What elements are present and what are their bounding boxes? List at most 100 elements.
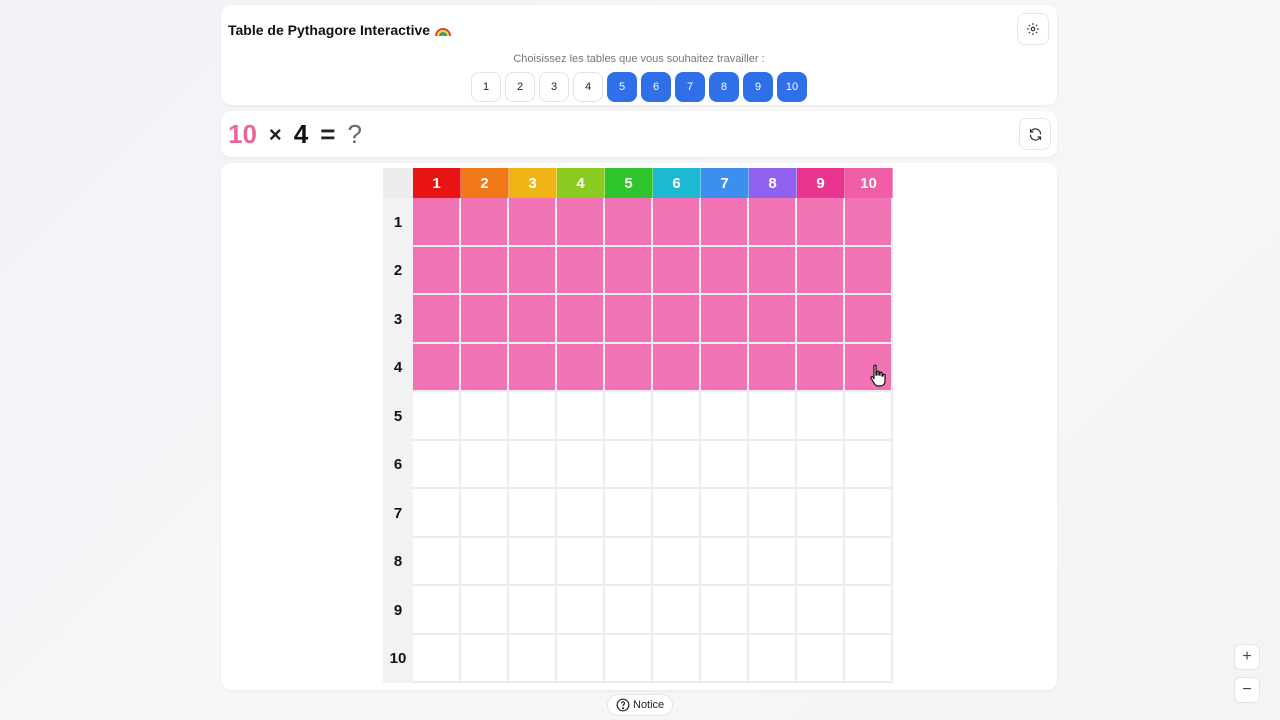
grid-cell-10x1[interactable]: [413, 634, 461, 683]
grid-cell-4x7[interactable]: [701, 343, 749, 392]
grid-cell-6x7[interactable]: [701, 440, 749, 489]
grid-cell-7x9[interactable]: [797, 489, 845, 538]
grid-cell-2x3[interactable]: [509, 246, 557, 295]
grid-cell-1x1[interactable]: [413, 198, 461, 247]
grid-cell-1x2[interactable]: [461, 198, 509, 247]
grid-cell-8x8[interactable]: [749, 537, 797, 586]
grid-cell-4x5[interactable]: [605, 343, 653, 392]
table-button-5[interactable]: 5: [607, 72, 637, 102]
zoom-out-button[interactable]: −: [1234, 677, 1260, 703]
grid-cell-9x10[interactable]: [845, 586, 893, 635]
grid-cell-6x4[interactable]: [557, 440, 605, 489]
grid-cell-8x5[interactable]: [605, 537, 653, 586]
grid-cell-7x7[interactable]: [701, 489, 749, 538]
grid-cell-9x1[interactable]: [413, 586, 461, 635]
grid-cell-10x10[interactable]: [845, 634, 893, 683]
grid-cell-5x3[interactable]: [509, 392, 557, 441]
table-button-6[interactable]: 6: [641, 72, 671, 102]
grid-cell-4x8[interactable]: [749, 343, 797, 392]
grid-cell-1x8[interactable]: [749, 198, 797, 247]
grid-cell-7x6[interactable]: [653, 489, 701, 538]
grid-cell-10x2[interactable]: [461, 634, 509, 683]
table-button-1[interactable]: 1: [471, 72, 501, 102]
grid-cell-2x7[interactable]: [701, 246, 749, 295]
grid-cell-6x8[interactable]: [749, 440, 797, 489]
grid-cell-2x5[interactable]: [605, 246, 653, 295]
grid-cell-9x4[interactable]: [557, 586, 605, 635]
grid-cell-6x1[interactable]: [413, 440, 461, 489]
table-button-2[interactable]: 2: [505, 72, 535, 102]
grid-cell-9x2[interactable]: [461, 586, 509, 635]
grid-cell-3x6[interactable]: [653, 295, 701, 344]
grid-cell-1x7[interactable]: [701, 198, 749, 247]
grid-cell-6x10[interactable]: [845, 440, 893, 489]
grid-cell-3x7[interactable]: [701, 295, 749, 344]
notice-button[interactable]: Notice: [607, 694, 674, 716]
grid-cell-6x2[interactable]: [461, 440, 509, 489]
grid-cell-9x6[interactable]: [653, 586, 701, 635]
grid-cell-6x3[interactable]: [509, 440, 557, 489]
grid-cell-10x6[interactable]: [653, 634, 701, 683]
grid-cell-8x3[interactable]: [509, 537, 557, 586]
grid-cell-2x4[interactable]: [557, 246, 605, 295]
grid-cell-7x8[interactable]: [749, 489, 797, 538]
grid-cell-3x9[interactable]: [797, 295, 845, 344]
grid-cell-1x9[interactable]: [797, 198, 845, 247]
grid-cell-8x1[interactable]: [413, 537, 461, 586]
grid-cell-9x5[interactable]: [605, 586, 653, 635]
grid-cell-10x3[interactable]: [509, 634, 557, 683]
zoom-in-button[interactable]: +: [1234, 644, 1260, 670]
grid-cell-8x2[interactable]: [461, 537, 509, 586]
grid-cell-2x2[interactable]: [461, 246, 509, 295]
table-button-9[interactable]: 9: [743, 72, 773, 102]
table-button-4[interactable]: 4: [573, 72, 603, 102]
table-button-10[interactable]: 10: [777, 72, 807, 102]
table-button-3[interactable]: 3: [539, 72, 569, 102]
settings-button[interactable]: [1017, 13, 1049, 45]
grid-cell-3x3[interactable]: [509, 295, 557, 344]
grid-cell-8x7[interactable]: [701, 537, 749, 586]
grid-cell-7x1[interactable]: [413, 489, 461, 538]
grid-cell-10x9[interactable]: [797, 634, 845, 683]
grid-cell-6x9[interactable]: [797, 440, 845, 489]
grid-cell-5x1[interactable]: [413, 392, 461, 441]
grid-cell-2x6[interactable]: [653, 246, 701, 295]
grid-cell-1x3[interactable]: [509, 198, 557, 247]
grid-cell-4x1[interactable]: [413, 343, 461, 392]
grid-cell-9x8[interactable]: [749, 586, 797, 635]
grid-cell-5x4[interactable]: [557, 392, 605, 441]
grid-cell-7x4[interactable]: [557, 489, 605, 538]
grid-cell-9x3[interactable]: [509, 586, 557, 635]
grid-cell-2x9[interactable]: [797, 246, 845, 295]
grid-cell-8x4[interactable]: [557, 537, 605, 586]
grid-cell-6x5[interactable]: [605, 440, 653, 489]
grid-cell-5x2[interactable]: [461, 392, 509, 441]
grid-cell-4x6[interactable]: [653, 343, 701, 392]
grid-cell-9x7[interactable]: [701, 586, 749, 635]
grid-cell-10x5[interactable]: [605, 634, 653, 683]
grid-cell-5x8[interactable]: [749, 392, 797, 441]
grid-cell-4x3[interactable]: [509, 343, 557, 392]
grid-cell-5x10[interactable]: [845, 392, 893, 441]
grid-cell-7x2[interactable]: [461, 489, 509, 538]
grid-cell-3x1[interactable]: [413, 295, 461, 344]
grid-cell-4x2[interactable]: [461, 343, 509, 392]
grid-cell-1x10[interactable]: [845, 198, 893, 247]
grid-cell-6x6[interactable]: [653, 440, 701, 489]
refresh-button[interactable]: [1019, 118, 1051, 150]
grid-cell-1x5[interactable]: [605, 198, 653, 247]
grid-cell-8x6[interactable]: [653, 537, 701, 586]
grid-cell-10x4[interactable]: [557, 634, 605, 683]
grid-cell-5x6[interactable]: [653, 392, 701, 441]
grid-cell-3x8[interactable]: [749, 295, 797, 344]
grid-cell-3x5[interactable]: [605, 295, 653, 344]
grid-cell-3x2[interactable]: [461, 295, 509, 344]
grid-cell-10x7[interactable]: [701, 634, 749, 683]
grid-cell-2x8[interactable]: [749, 246, 797, 295]
grid-cell-1x4[interactable]: [557, 198, 605, 247]
grid-cell-1x6[interactable]: [653, 198, 701, 247]
grid-cell-4x9[interactable]: [797, 343, 845, 392]
grid-cell-10x8[interactable]: [749, 634, 797, 683]
table-button-7[interactable]: 7: [675, 72, 705, 102]
grid-cell-8x9[interactable]: [797, 537, 845, 586]
